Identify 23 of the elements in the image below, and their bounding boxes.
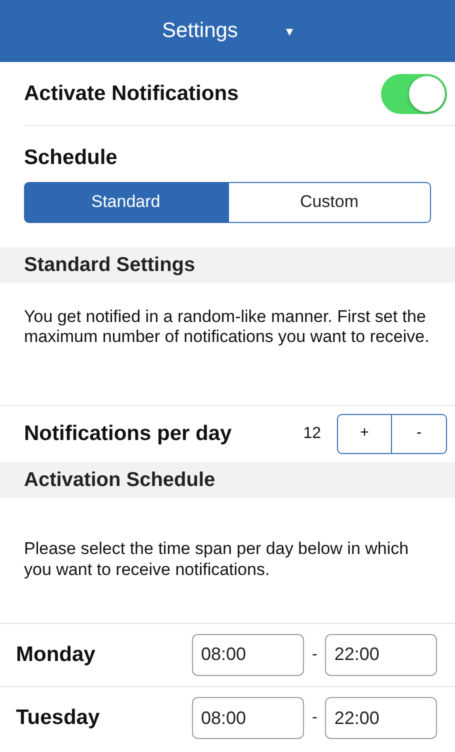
dropdown-caret[interactable]: ▾ xyxy=(286,20,293,42)
stepper-button[interactable]: - xyxy=(392,414,447,454)
count-value: 12 xyxy=(303,424,321,444)
setting-label: Notifications per day xyxy=(24,420,232,447)
segment-tab[interactable]: Standard xyxy=(24,182,228,222)
section-heading: Standard Settings xyxy=(23,252,196,278)
description-text: Please select the time span per day below in which you want to receive notifications. xyxy=(24,539,410,581)
header-title[interactable]: Settings xyxy=(162,15,238,47)
time-field[interactable]: 22:00 xyxy=(325,634,438,676)
toggle-switch[interactable] xyxy=(381,74,447,114)
description-text: You get notified in a random-like manner. First set the maximum number of notifications you want to receive. xyxy=(0,282,455,406)
time-field[interactable]: 08:00 xyxy=(192,634,304,676)
time-field[interactable]: 22:00 xyxy=(325,697,438,739)
separator-text: - xyxy=(312,644,318,664)
setting-label: Activate Notifications xyxy=(24,80,239,107)
day-label: Tuesday xyxy=(16,705,101,732)
day-label: Monday xyxy=(16,642,96,668)
segment-tab[interactable]: Custom xyxy=(228,182,431,222)
section-label: Schedule xyxy=(24,145,118,171)
stepper-button[interactable]: + xyxy=(337,414,392,454)
section-heading: Activation Schedule xyxy=(23,468,216,492)
time-field[interactable]: 08:00 xyxy=(192,697,304,739)
separator-text: - xyxy=(312,708,318,728)
